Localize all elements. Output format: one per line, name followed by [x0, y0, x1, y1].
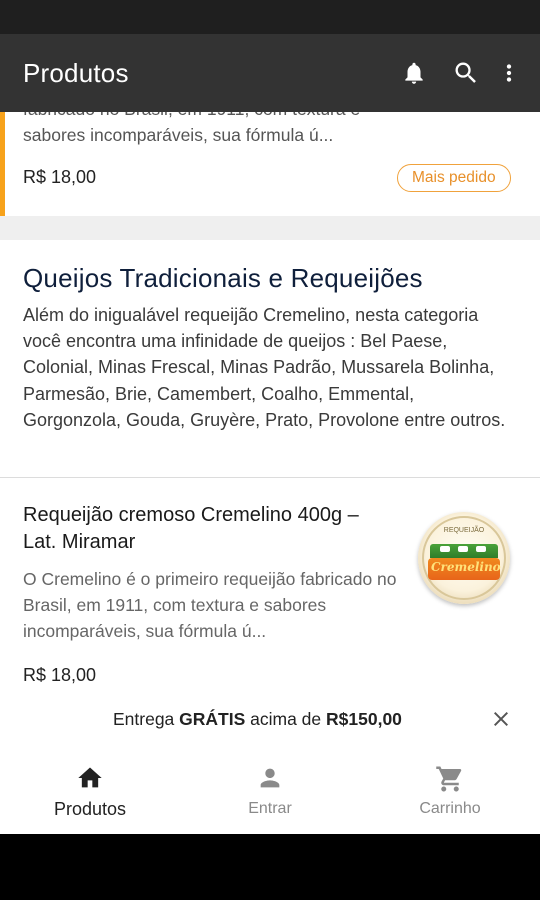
nav-label: Entrar [248, 800, 292, 817]
bottom-navigation: Produtos Entrar Carrinho [0, 742, 540, 834]
nav-item-entrar[interactable]: Entrar [180, 742, 360, 834]
cart-icon [360, 764, 540, 794]
category-header: Queijos Tradicionais e Requeijões Além d… [0, 240, 540, 478]
more-vert-icon[interactable] [492, 47, 526, 99]
app-bar: Produtos [0, 34, 540, 112]
promo-prefix: Entrega [113, 709, 180, 729]
product-name: Requeijão cremoso Cremelino 400g – Lat. … [23, 504, 359, 553]
product-image-cow [476, 546, 486, 552]
nav-item-carrinho[interactable]: Carrinho [360, 742, 540, 834]
nav-item-produtos[interactable]: Produtos [0, 742, 180, 834]
nav-label: Produtos [53, 799, 127, 819]
section-divider [0, 216, 540, 240]
most-ordered-badge: Mais pedido [397, 164, 511, 192]
product-list: fabricado no Brasil, em 1911, com textur… [0, 112, 540, 700]
product-image[interactable]: REQUEIJÃO Cremelino [418, 512, 510, 604]
promo-highlight: GRÁTIS [179, 709, 246, 729]
product-image-cow [440, 546, 450, 552]
promo-middle: acima de [245, 709, 327, 729]
product-card-previous[interactable]: fabricado no Brasil, em 1911, com textur… [0, 112, 540, 216]
product-description: O Cremelino é o primeiro requeijão fabri… [23, 569, 397, 641]
bell-icon[interactable] [388, 47, 440, 99]
search-icon[interactable] [440, 47, 492, 99]
close-icon[interactable] [484, 702, 518, 736]
system-navigation-bar [0, 834, 540, 900]
home-icon [0, 764, 180, 792]
product-card[interactable]: Requeijão cremoso Cremelino 400g – Lat. … [0, 478, 540, 700]
person-icon [180, 764, 360, 792]
product-price: R$ 18,00 [23, 665, 97, 685]
page-title: Produtos [23, 57, 129, 88]
status-bar [0, 0, 540, 34]
nav-label: Carrinho [419, 800, 481, 817]
free-delivery-banner: Entrega GRÁTIS acima de R$150,00 [0, 700, 540, 742]
product-price: R$ 18,00 [23, 167, 97, 187]
category-title: Queijos Tradicionais e Requeijões [23, 263, 423, 293]
free-delivery-text: Entrega GRÁTIS acima de R$150,00 [113, 709, 402, 730]
product-image-cow [458, 546, 468, 552]
product-image-brand: Cremelino [431, 560, 501, 574]
promo-amount: R$150,00 [326, 709, 402, 729]
product-description: fabricado no Brasil, em 1911, com textur… [23, 112, 360, 145]
category-description: Além do inigualável requeijão Cremelino,… [23, 305, 506, 430]
app-bar-actions [388, 47, 526, 99]
product-image-label: REQUEIJÃO [443, 527, 485, 534]
